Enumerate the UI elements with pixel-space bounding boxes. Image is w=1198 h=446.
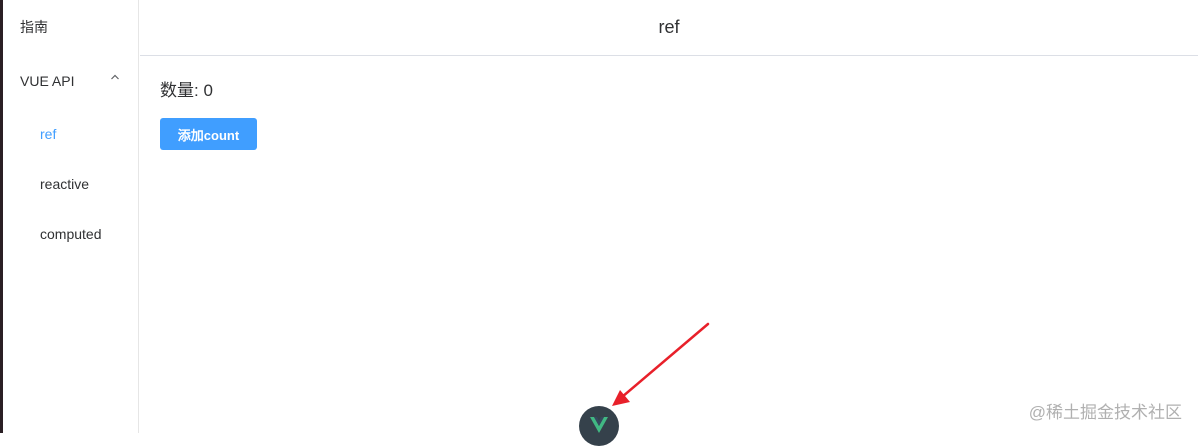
sidebar-item-guide[interactable]: 指南 (20, 17, 48, 37)
add-count-button[interactable]: 添加count (160, 118, 257, 150)
watermark: @稀土掘金技术社区 (1028, 403, 1182, 422)
sidebar-item-computed[interactable]: computed (40, 226, 101, 242)
sidebar-group-label: VUE API (20, 73, 75, 89)
vue-logo-icon (590, 417, 608, 433)
sidebar-group-vue-api[interactable]: VUE API (20, 73, 120, 89)
vue-devtools-button[interactable] (579, 406, 619, 446)
red-arrow-icon (612, 322, 710, 406)
page-header: ref (140, 0, 1198, 56)
page-title: ref (658, 17, 680, 37)
count-display: 数量: 0 (160, 81, 213, 100)
sidebar-menu: 指南 VUE API ref reactive computed (3, 0, 139, 433)
sidebar-item-reactive[interactable]: reactive (40, 176, 89, 192)
sidebar-item-ref[interactable]: ref (40, 126, 56, 142)
chevron-up-icon (111, 74, 119, 80)
